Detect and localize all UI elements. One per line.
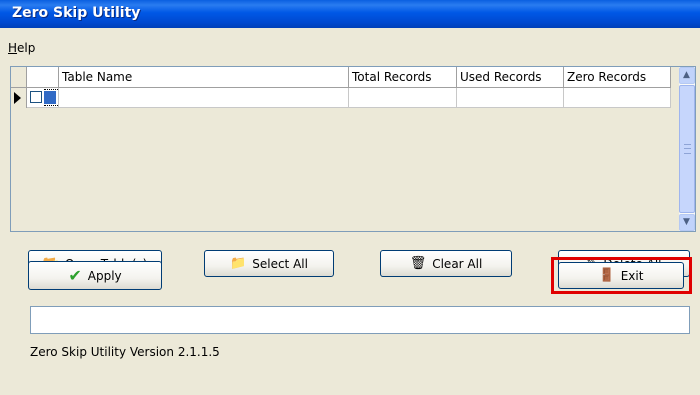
menu-help-accel: H (8, 41, 18, 55)
table-row[interactable] (11, 88, 681, 108)
window-title: Zero Skip Utility (12, 5, 141, 21)
clear-all-label: Clear All (432, 256, 483, 271)
cell-zero-records[interactable] (564, 88, 671, 108)
current-row-arrow-icon (14, 92, 21, 104)
column-header-table-name[interactable]: Table Name (59, 67, 349, 88)
row-indicator (11, 88, 27, 108)
folders-icon: 📁 (230, 256, 247, 271)
grip-icon (684, 144, 691, 154)
clear-icon: 🗑 (409, 256, 427, 271)
header-row-indicator (11, 67, 27, 88)
cell-table-name[interactable] (59, 88, 349, 108)
scroll-thumb[interactable] (679, 85, 695, 213)
column-header-total-records[interactable]: Total Records (349, 67, 457, 88)
select-all-button[interactable]: 📁 Select All (204, 250, 334, 277)
menu-bar: Help (8, 41, 35, 57)
column-header-zero-records[interactable]: Zero Records (564, 67, 671, 88)
output-textbox[interactable] (30, 306, 690, 334)
header-check-column (27, 67, 59, 88)
cell-total-records[interactable] (349, 88, 457, 108)
checkmark-icon: ✔ (68, 266, 82, 285)
menu-help[interactable]: Help (8, 41, 35, 55)
scroll-down-button[interactable]: ▼ (679, 214, 695, 231)
apply-button[interactable]: ✔ Apply (28, 261, 162, 290)
row-check-cell[interactable] (27, 88, 74, 108)
chevron-down-icon: ▼ (683, 217, 690, 227)
tables-grid[interactable]: Table Name Total Records Used Records Ze… (10, 66, 696, 232)
title-bar[interactable]: Zero Skip Utility (0, 0, 700, 28)
app-window: Zero Skip Utility Help Table Name Total … (0, 0, 700, 395)
scroll-up-button[interactable]: ▲ (679, 67, 695, 84)
menu-help-label: elp (17, 41, 36, 55)
select-all-label: Select All (252, 256, 308, 271)
clear-all-button[interactable]: 🗑 Clear All (380, 250, 512, 277)
grid-header: Table Name Total Records Used Records Ze… (11, 67, 681, 88)
row-checkbox[interactable] (30, 91, 42, 103)
chevron-up-icon: ▲ (683, 70, 690, 80)
exit-highlight-box (551, 257, 692, 294)
version-label: Zero Skip Utility Version 2.1.1.5 (30, 345, 220, 359)
cell-selection (44, 91, 56, 104)
column-header-used-records[interactable]: Used Records (457, 67, 564, 88)
cell-used-records[interactable] (457, 88, 564, 108)
vertical-scrollbar[interactable]: ▲ ▼ (679, 67, 695, 231)
apply-label: Apply (87, 268, 122, 283)
